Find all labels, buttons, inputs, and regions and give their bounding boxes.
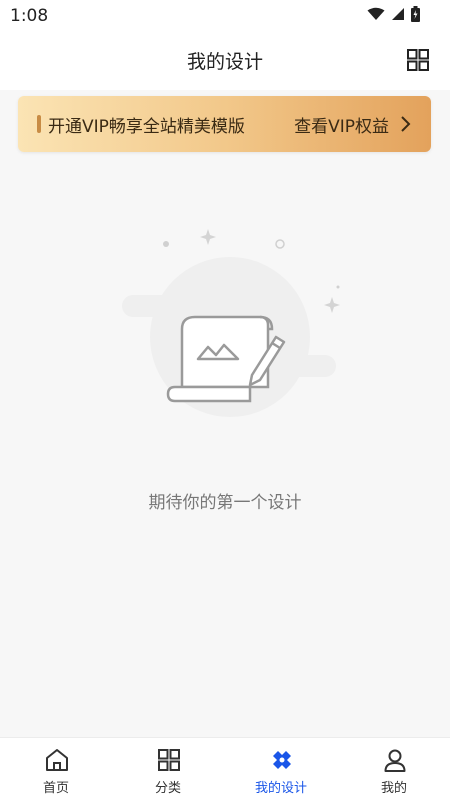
status-bar: 1:08 (0, 0, 450, 32)
tab-mine-label: 我的 (380, 781, 407, 796)
view-vip-benefits-link[interactable]: 查看VIP权益 (294, 112, 389, 137)
vip-promo-text: 开通VIP畅享全站精美模版 (48, 117, 245, 137)
status-time: 1:08 (10, 6, 49, 26)
cellular-signal-icon (392, 8, 404, 20)
vip-banner[interactable]: 开通VIP畅享全站精美模版 查看VIP权益 (18, 96, 431, 152)
tab-category-label: 分类 (154, 781, 181, 796)
battery-icon (411, 6, 420, 22)
vip-banner-accent-bar (37, 115, 41, 133)
category-icon (158, 749, 180, 771)
grid-view-button[interactable] (406, 48, 430, 72)
wifi-icon (367, 7, 385, 20)
tab-mine[interactable]: 我的 (338, 738, 450, 800)
empty-design-illustration (122, 229, 340, 417)
user-icon (384, 749, 406, 772)
page-title: 我的设计 (186, 51, 263, 73)
tab-my-design-label: 我的设计 (254, 781, 307, 796)
grid-icon (407, 49, 429, 71)
tab-home-label: 首页 (42, 781, 69, 796)
home-icon (46, 749, 68, 771)
empty-state-text: 期待你的第一个设计 (148, 493, 302, 513)
status-icons (367, 6, 420, 22)
tab-my-design[interactable]: 我的设计 (225, 738, 337, 800)
bottom-tab-bar: 首页 分类 我的设计 我的 (0, 737, 450, 800)
tab-home[interactable]: 首页 (0, 738, 112, 800)
tab-category[interactable]: 分类 (112, 738, 224, 800)
chevron-right-icon (401, 116, 411, 132)
app-header: 我的设计 (0, 32, 450, 90)
my-design-icon (273, 751, 291, 769)
